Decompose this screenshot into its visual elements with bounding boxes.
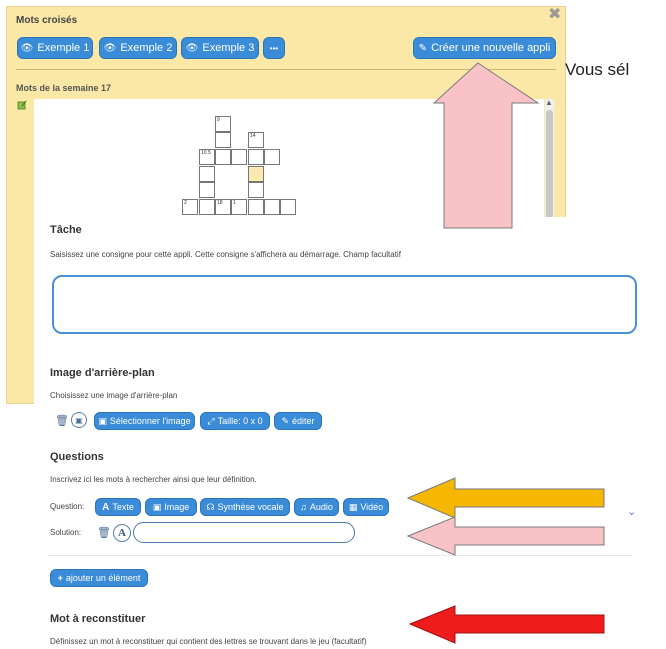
- left-arrow-annotation: [406, 516, 605, 556]
- left-arrow-annotation: [408, 605, 605, 644]
- annotation-overlay: [406, 62, 605, 644]
- up-arrow-annotation: [432, 62, 540, 229]
- left-arrow-annotation: [406, 477, 605, 519]
